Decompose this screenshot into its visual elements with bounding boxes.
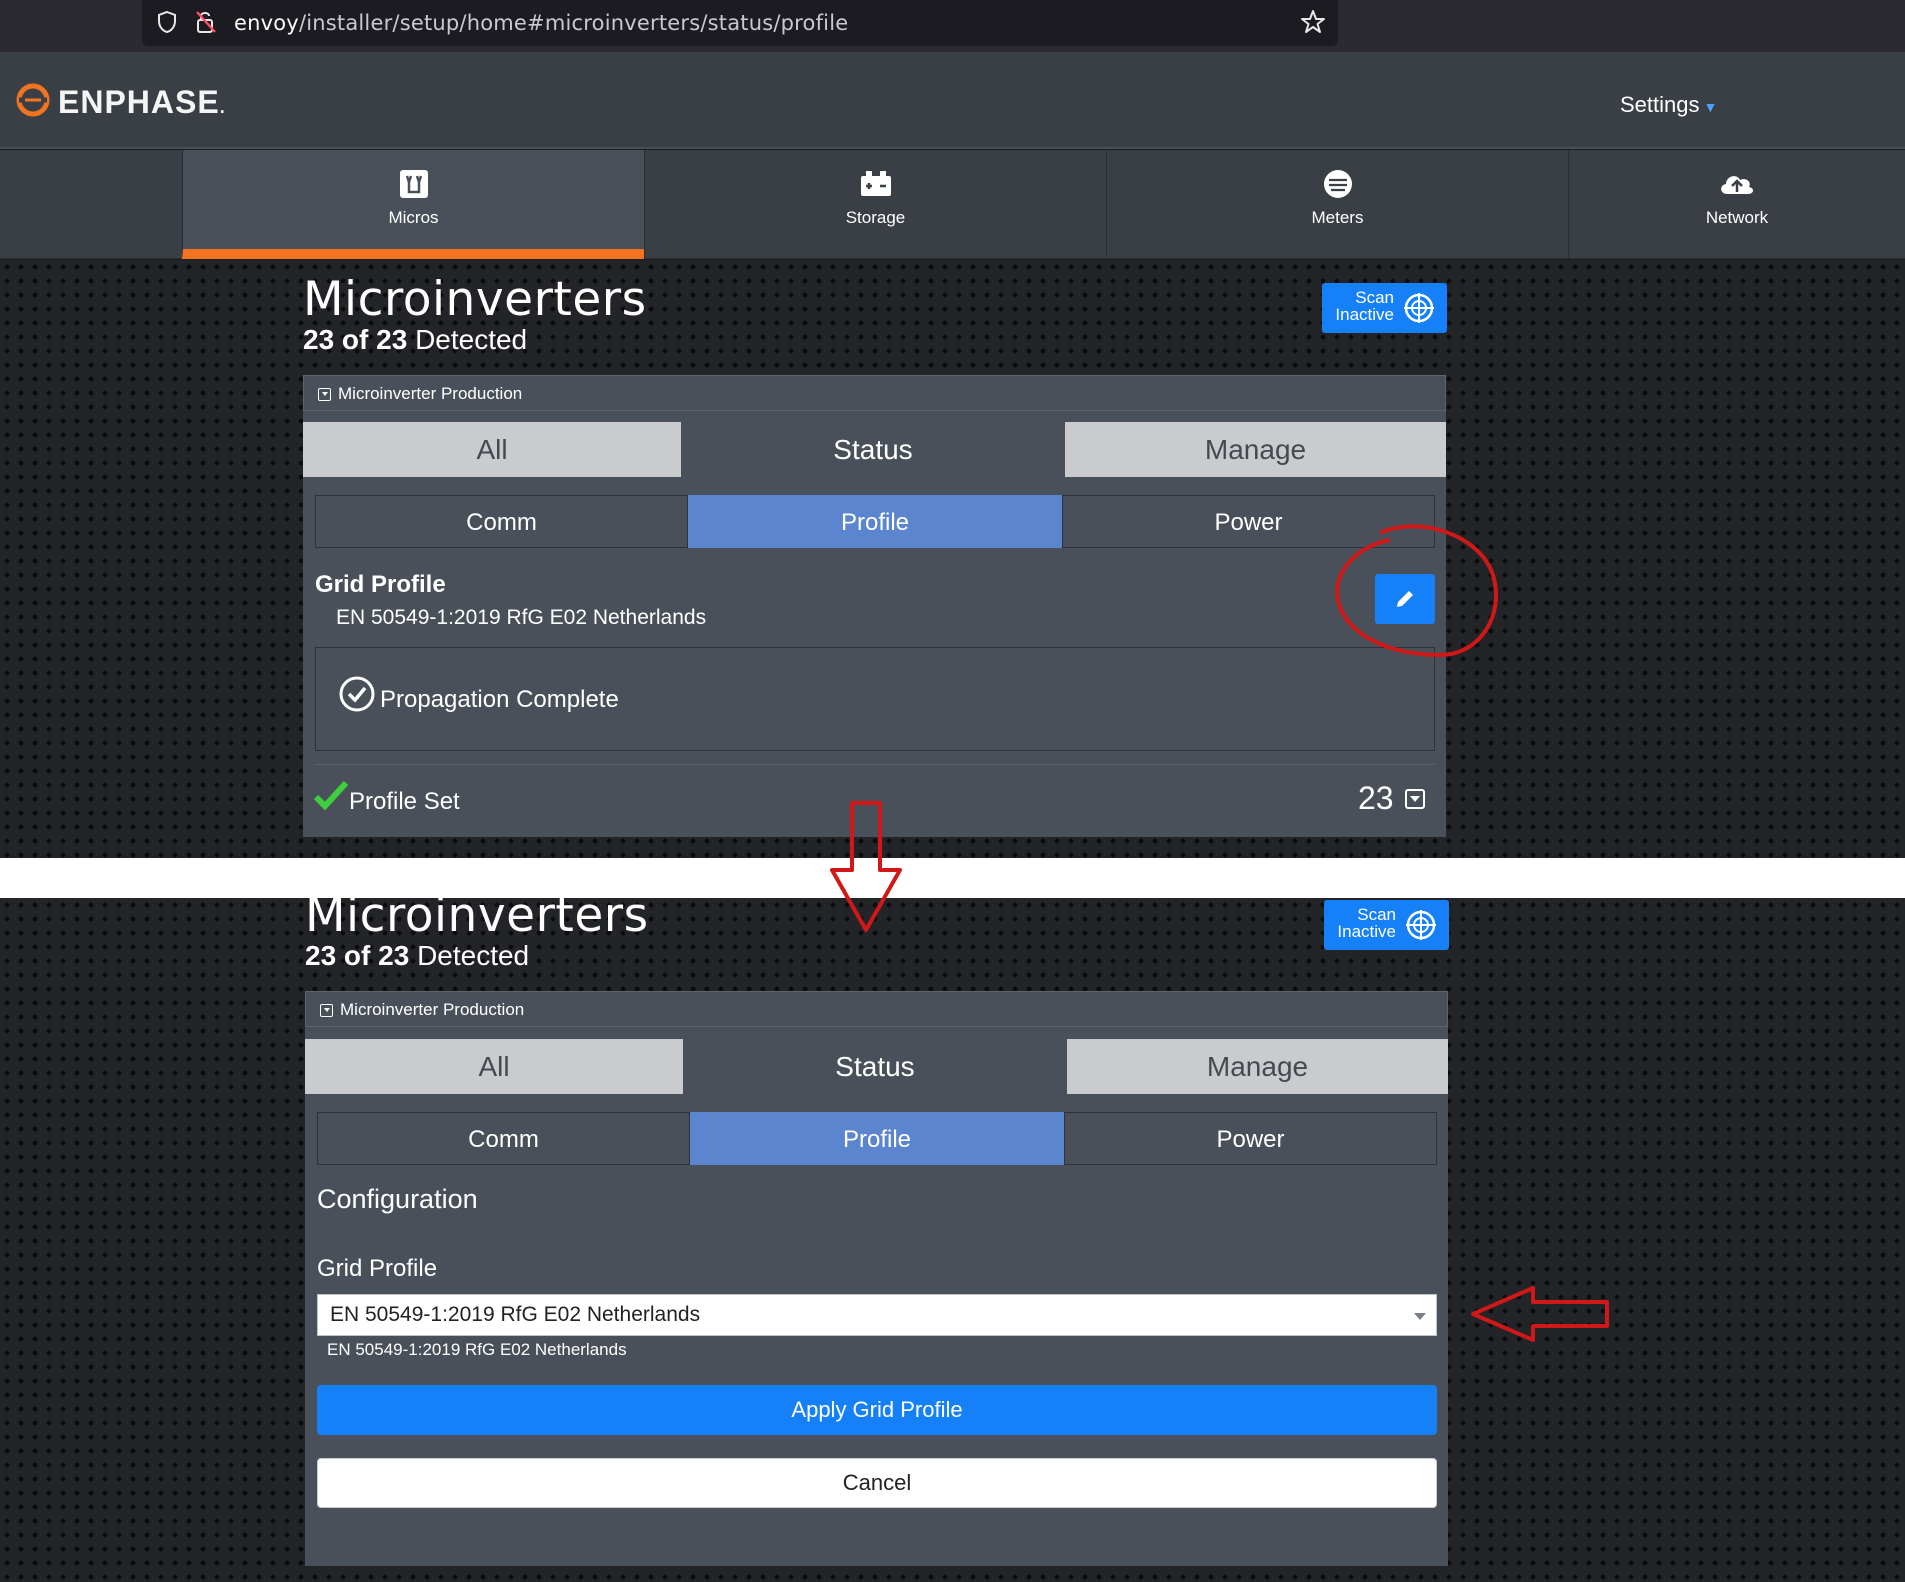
apply-grid-profile-button[interactable]: Apply Grid Profile (317, 1385, 1437, 1435)
tab-status[interactable]: Status (683, 1039, 1067, 1094)
tab-manage[interactable]: Manage (1067, 1039, 1448, 1094)
scan-button[interactable]: Scan Inactive (1324, 900, 1449, 950)
detected-count: 23 of 23 Detected (305, 940, 530, 971)
nav-tab-storage[interactable]: Storage (644, 150, 1106, 259)
target-icon (1406, 910, 1436, 940)
divider (315, 764, 1435, 765)
screenshot-separator (0, 858, 1905, 898)
grid-profile-label: Grid Profile (317, 1255, 438, 1282)
insecure-lock-icon (196, 11, 216, 33)
cloud-upload-icon (1721, 176, 1754, 194)
propagation-status: Propagation Complete (380, 686, 619, 713)
collapse-icon (320, 1004, 333, 1017)
nav-tab-network[interactable]: Network (1568, 150, 1905, 259)
tab-manage[interactable]: Manage (1065, 422, 1446, 477)
configuration-heading: Configuration (317, 1184, 478, 1214)
nav-tab-meters[interactable]: Meters (1106, 150, 1568, 259)
tab-status[interactable]: Status (681, 422, 1065, 477)
production-toggle[interactable]: Microinverter Production (305, 991, 1448, 1027)
grid-profile-select[interactable]: EN 50549-1:2019 RfG E02 Netherlands (317, 1294, 1437, 1336)
subtab-profile[interactable]: Profile (690, 1112, 1064, 1165)
nav-tab-micros[interactable]: Micros (182, 150, 644, 259)
annotation-down-arrow (830, 801, 902, 932)
chevron-down-icon (1414, 1313, 1426, 1320)
cancel-button[interactable]: Cancel (317, 1458, 1437, 1508)
scan-button-label: Scan Inactive (1335, 288, 1394, 324)
meter-icon (1323, 170, 1352, 198)
grid-profile-heading: Grid Profile (315, 571, 446, 598)
check-circle-icon (339, 676, 375, 712)
subtab-comm[interactable]: Comm (315, 495, 688, 548)
expand-toggle-icon[interactable] (1405, 789, 1425, 809)
annotation-circle (1335, 524, 1499, 658)
settings-dropdown[interactable]: Settings ▼ (1620, 92, 1717, 118)
enphase-logo: ENPHASE. (58, 84, 226, 120)
page-title: Microinverters (305, 888, 649, 943)
tab-all[interactable]: All (303, 422, 681, 477)
url-bar[interactable]: envoy/installer/setup/home#microinverter… (142, 0, 1338, 46)
micro-icon (399, 170, 428, 198)
collapse-icon (318, 388, 331, 401)
scan-button-label: Scan Inactive (1337, 905, 1396, 941)
tab-all[interactable]: All (305, 1039, 683, 1094)
grid-profile-hint: EN 50549-1:2019 RfG E02 Netherlands (327, 1340, 627, 1359)
page-title: Microinverters (303, 272, 647, 327)
caret-down-icon: ▼ (1703, 99, 1718, 115)
profile-set-count: 23 (1358, 780, 1394, 816)
target-icon (1404, 293, 1434, 323)
enphase-logo-icon (16, 83, 50, 117)
annotation-left-arrow (1471, 1286, 1609, 1342)
green-check-icon (313, 780, 349, 811)
bookmark-star-icon[interactable] (1300, 9, 1326, 35)
url-text[interactable]: envoy/installer/setup/home#microinverter… (234, 11, 848, 35)
profile-set-label: Profile Set (349, 788, 460, 815)
detected-count: 23 of 23 Detected (303, 324, 528, 355)
scan-button[interactable]: Scan Inactive (1322, 283, 1447, 333)
shield-icon (158, 10, 176, 34)
production-toggle[interactable]: Microinverter Production (303, 375, 1446, 411)
grid-profile-value: EN 50549-1:2019 RfG E02 Netherlands (336, 606, 707, 629)
subtab-profile[interactable]: Profile (688, 495, 1062, 548)
battery-icon (860, 171, 891, 196)
subtab-power[interactable]: Power (1064, 1112, 1437, 1165)
subtab-comm[interactable]: Comm (317, 1112, 690, 1165)
